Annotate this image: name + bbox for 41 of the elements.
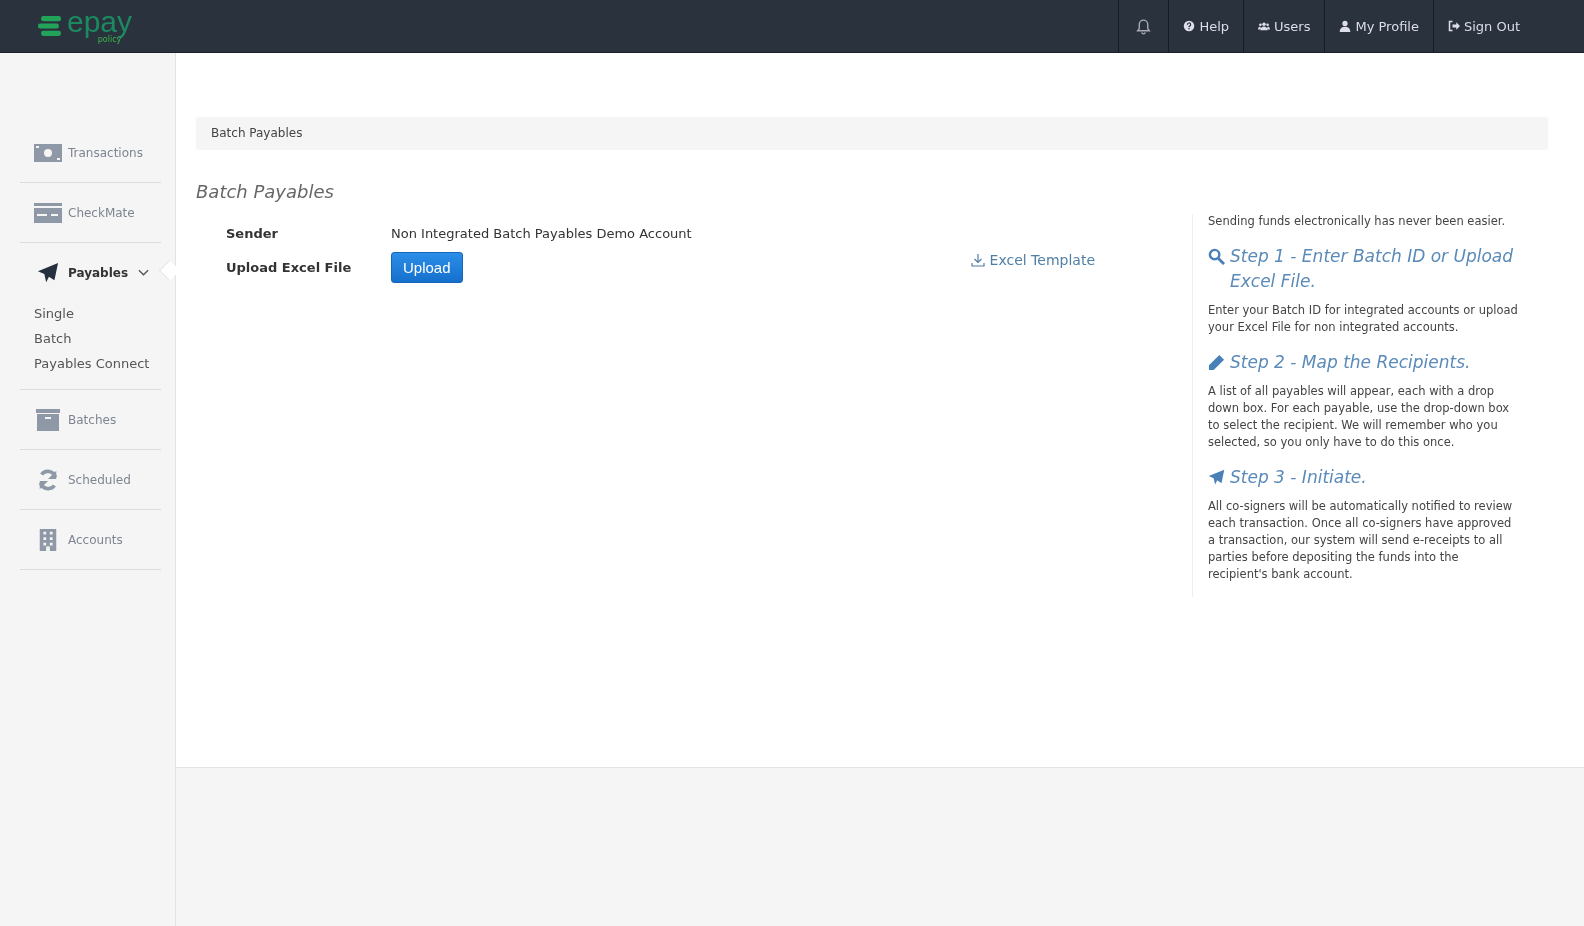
field-label: Sender [226,225,279,241]
card-icon [34,201,62,224]
download-icon [970,253,985,267]
pencil-icon [1208,354,1225,371]
breadcrumb: Batch Payables [196,117,1548,150]
field-label: Upload Excel File [226,259,353,275]
sidebar-item[interactable]: Scheduled [20,450,161,509]
help-intro: Sending funds electronically has never been easier. [1208,214,1507,228]
nav-link[interactable]: Help [1168,0,1244,52]
submenu-item[interactable]: Payables Connect [34,354,161,373]
archive-box-icon [34,408,62,431]
paper-plane-icon [1208,469,1225,486]
banknote-icon [34,141,62,164]
step-heading: Step 2 - Map the Recipients. [1230,351,1471,374]
submenu-item[interactable]: Batch [34,329,161,348]
submenu-item[interactable]: Single [34,304,161,323]
help-icon [1183,20,1196,32]
user-icon [1339,20,1352,32]
step-heading: Step 3 - Initiate. [1230,466,1367,489]
sidebar-item[interactable]: CheckMate [20,183,161,242]
nav-link[interactable]: Users [1243,0,1325,52]
page-title: Batch Payables [196,181,335,202]
nav-link[interactable]: My Profile [1324,0,1433,52]
sidebar-item[interactable]: Accounts [20,510,161,569]
users-icon [1258,20,1271,32]
step-heading: Step 1 - Enter Batch ID or Upload Excel File. [1230,245,1515,293]
sidebar-item[interactable]: Batches [20,390,161,449]
step-description: A list of all payables will appear, each with a drop down box. For each payable, use the drop-down box to select the recipient. We will remember who you selected, so you only have to do this once. [1208,383,1511,451]
sign-out-icon [1447,20,1460,32]
step-description: All co-signers will be automatically notified to review each transaction. Once all co-signers have approved a transaction, our system will send e-receipts to all parties before depositing the funds into the recipient's bank account. [1208,498,1514,583]
upload-button[interactable]: Upload [391,251,463,283]
logo-icon [38,15,63,37]
template-link[interactable]: Excel Template [970,252,1095,268]
sidebar-item[interactable]: Payables [20,243,161,302]
sidebar-item[interactable]: Transactions [20,123,161,182]
bell-icon [1135,17,1153,35]
chevron-down-icon [138,268,149,277]
step-description: Enter your Batch ID for integrated accounts or upload your Excel File for non integrated accounts. [1208,302,1518,336]
field-value: Non Integrated Batch Payables Demo Account [391,225,692,241]
search-icon [1208,248,1225,265]
nav-link[interactable]: Sign Out [1432,0,1534,52]
